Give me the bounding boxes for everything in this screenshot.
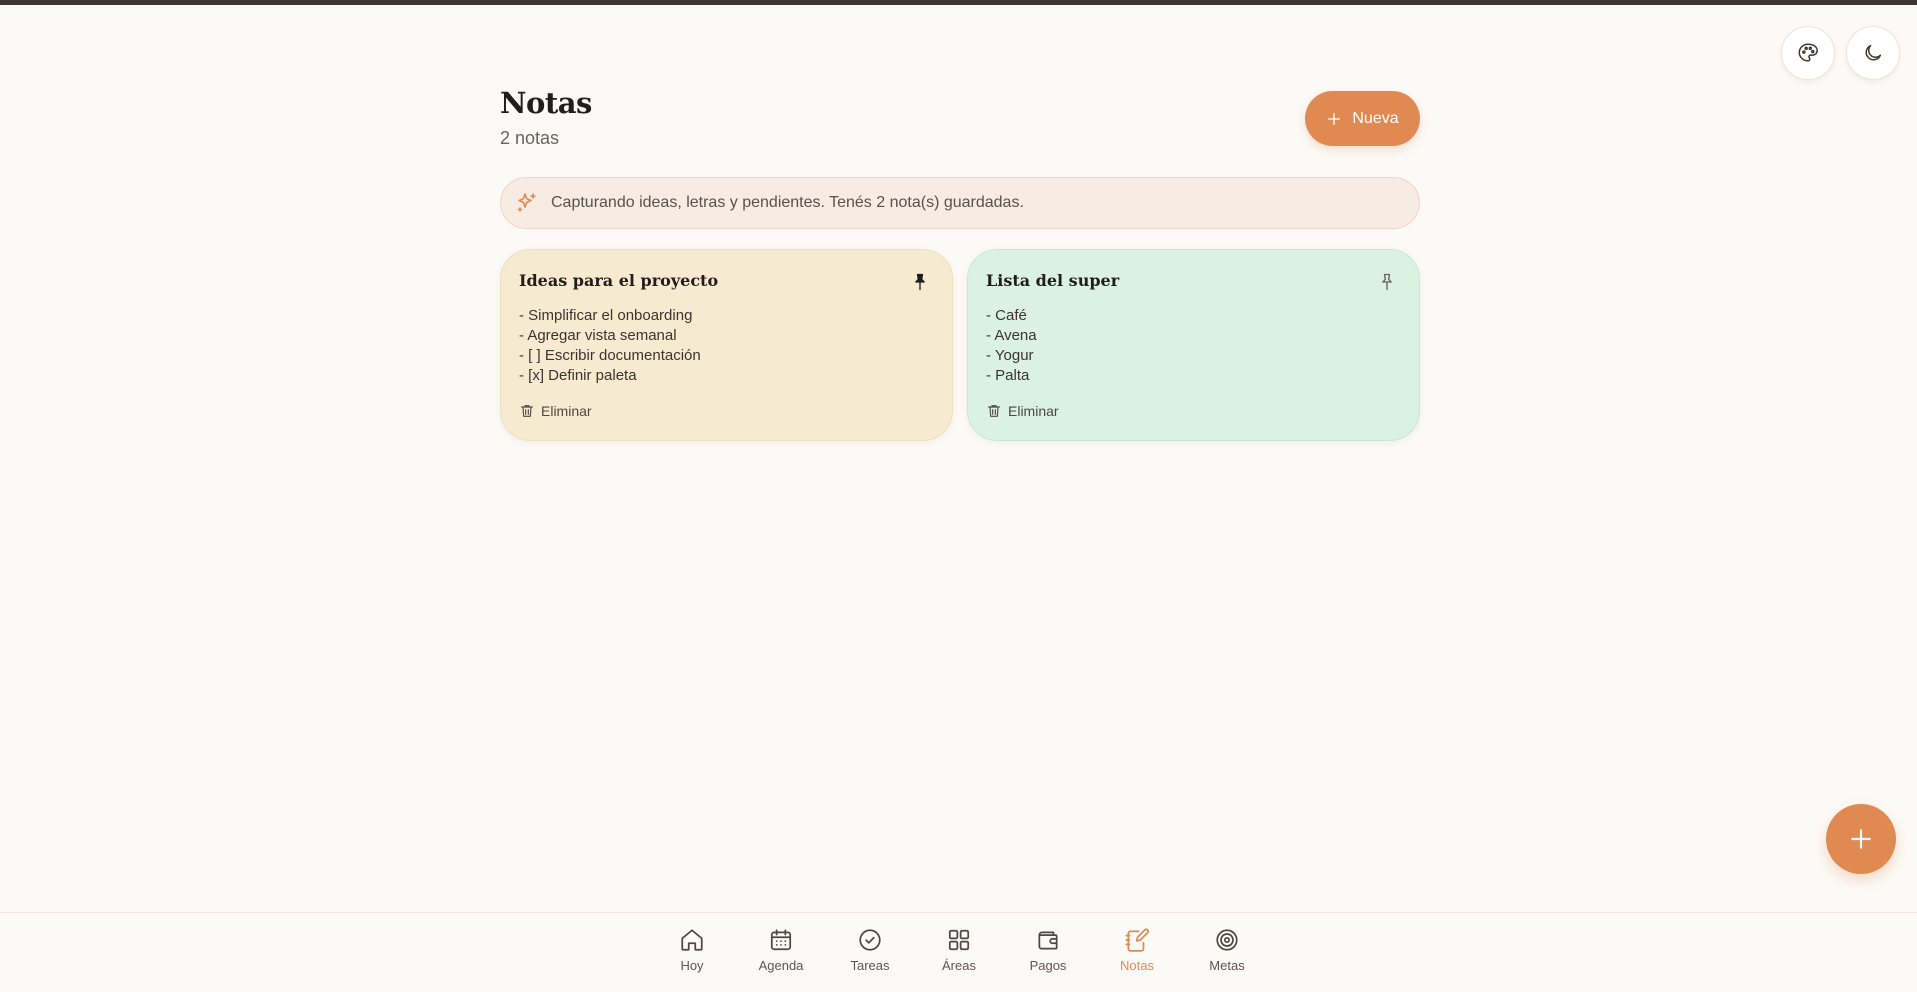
floating-add-button[interactable] <box>1826 804 1896 874</box>
note-line: - Agregar vista semanal <box>519 327 677 344</box>
nav-item-areas[interactable]: Áreas <box>919 927 999 973</box>
new-note-label: Nueva <box>1352 109 1399 127</box>
moon-icon <box>1865 44 1882 61</box>
nav-item-notas[interactable]: Notas <box>1097 927 1177 973</box>
plus-icon <box>1851 829 1871 849</box>
palette-button[interactable] <box>1781 26 1835 80</box>
nav-label: Tareas <box>850 958 890 973</box>
top-bar <box>0 0 1917 5</box>
note-card[interactable]: Lista del super - Café - Avena - Yogur -… <box>967 249 1420 441</box>
grid-icon <box>948 929 970 951</box>
note-content: - Café - Avena - Yogur - Palta <box>986 306 1401 386</box>
page-title: Notas <box>500 86 592 120</box>
nav-label: Hoy <box>680 958 704 973</box>
wallet-icon <box>1038 931 1058 950</box>
info-banner: Capturando ideas, letras y pendientes. T… <box>500 177 1420 229</box>
note-line: - Avena <box>986 327 1037 344</box>
note-line: - [ ] Escribir documentación <box>519 347 701 364</box>
check-circle-icon <box>859 929 881 951</box>
plus-icon <box>1328 112 1341 125</box>
delete-label: Eliminar <box>541 403 592 419</box>
nav-item-metas[interactable]: Metas <box>1187 927 1267 973</box>
nav-label: Metas <box>1209 958 1245 973</box>
pin-icon[interactable] <box>910 272 930 292</box>
note-line: - [x] Definir paleta <box>519 367 637 384</box>
banner-text: Capturando ideas, letras y pendientes. T… <box>551 194 1024 211</box>
trash-icon <box>521 405 533 417</box>
note-content: - Simplificar el onboarding - Agregar vi… <box>519 306 934 386</box>
dark-mode-toggle[interactable] <box>1846 26 1900 80</box>
note-line: - Café <box>986 307 1027 324</box>
trash-icon <box>988 405 1000 417</box>
nav-label: Agenda <box>758 958 804 973</box>
note-line: - Palta <box>986 367 1030 384</box>
home-icon <box>681 929 703 951</box>
note-line: - Simplificar el onboarding <box>519 307 693 324</box>
pin-outline-icon[interactable] <box>1377 272 1397 292</box>
notebook-pen-icon <box>1125 928 1150 952</box>
nav-label: Áreas <box>942 958 976 973</box>
target-icon <box>1216 929 1238 951</box>
nav-item-pagos[interactable]: Pagos <box>1008 927 1088 973</box>
sparkles-icon <box>517 193 536 212</box>
nav-label: Notas <box>1120 958 1154 973</box>
nav-label: Pagos <box>1029 958 1067 973</box>
note-title: Ideas para el proyecto <box>519 271 719 290</box>
delete-label: Eliminar <box>1008 403 1059 419</box>
note-title: Lista del super <box>986 271 1120 290</box>
notes-count: 2 notas <box>500 128 560 148</box>
delete-note-button[interactable]: Eliminar <box>986 403 1059 419</box>
palette-icon <box>1798 43 1818 62</box>
bottom-nav: Hoy Agenda Tareas Áreas Pagos Notas Meta… <box>0 912 1917 992</box>
note-line: - Yogur <box>986 347 1034 364</box>
nav-item-hoy[interactable]: Hoy <box>652 927 732 973</box>
nav-item-tareas[interactable]: Tareas <box>830 927 910 973</box>
new-note-button[interactable]: Nueva <box>1305 91 1420 146</box>
nav-item-agenda[interactable]: Agenda <box>741 927 821 973</box>
calendar-icon <box>770 929 792 951</box>
delete-note-button[interactable]: Eliminar <box>519 403 592 419</box>
note-card[interactable]: Ideas para el proyecto - Simplificar el … <box>500 249 953 441</box>
